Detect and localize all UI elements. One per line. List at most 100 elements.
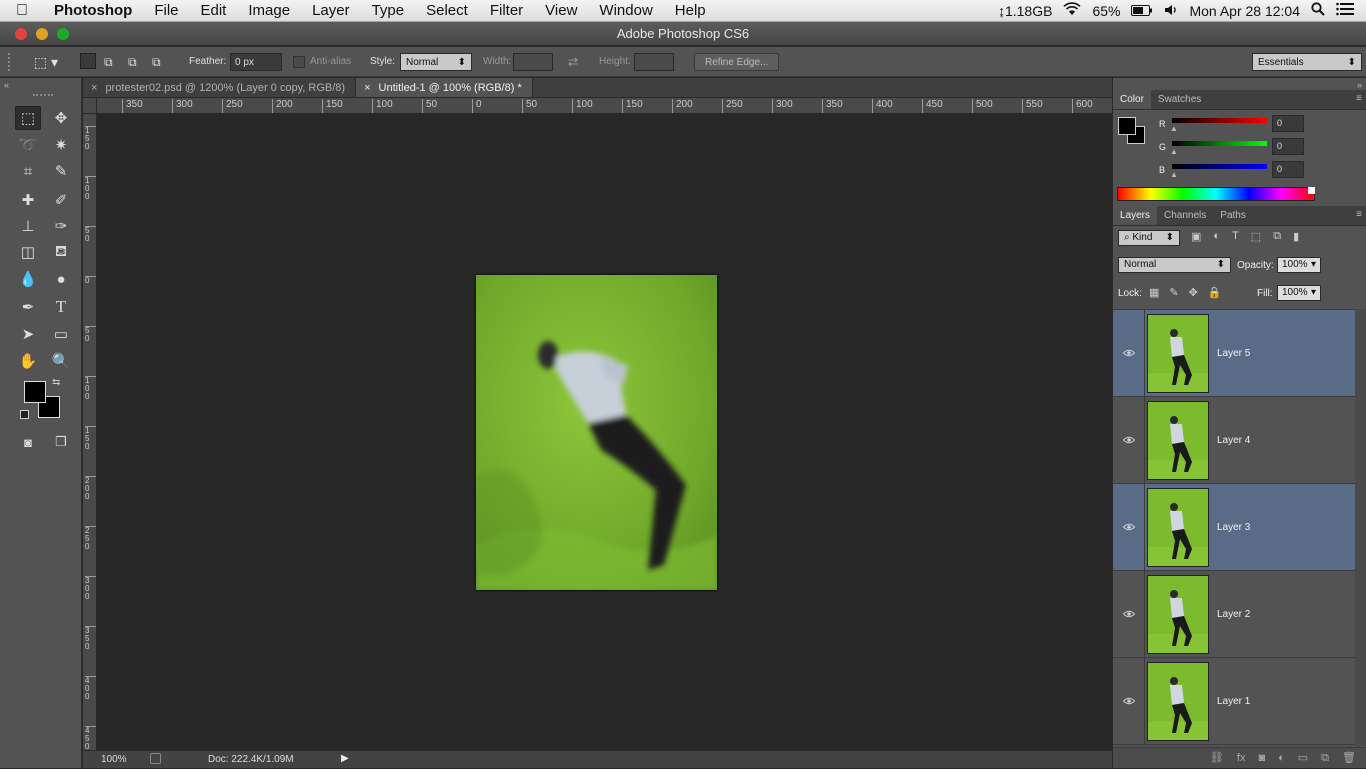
zoom-level[interactable]: 100% [101,754,127,765]
new-group-icon[interactable]: ▭ [1298,748,1308,768]
marquee-preset-icon[interactable]: ⬚ ▾ [28,53,64,71]
layer-thumbnail[interactable] [1147,574,1209,654]
link-layers-icon[interactable]: ⛓ [1210,748,1224,768]
menu-filter[interactable]: Filter [479,0,534,22]
style-select[interactable]: Normal ⬍ [400,53,472,71]
pen-tool-icon[interactable]: ✒ [15,295,41,319]
height-input[interactable] [634,53,674,71]
green-value-input[interactable]: 0 [1272,138,1304,155]
lock-pixels-icon[interactable]: ✎ [1169,286,1178,299]
color-spectrum-bar[interactable] [1117,187,1315,201]
layer-thumbnail[interactable] [1147,661,1209,741]
crop-tool-icon[interactable]: ⌗ [15,159,41,183]
collapse-panels-icon[interactable]: » [1357,80,1362,90]
lock-position-icon[interactable]: ✥ [1189,286,1198,299]
screen-mode-icon[interactable]: ❐ [48,430,74,454]
menu-select[interactable]: Select [415,0,479,22]
healing-brush-tool-icon[interactable]: ✚ [15,188,41,212]
history-brush-tool-icon[interactable]: ✑ [48,214,74,238]
ruler-vertical[interactable]: 1 5 0 1 0 0 5 0 0 5 0 1 0 0 1 5 0 2 0 0 2 5 0 3 0… [83,114,97,750]
red-slider[interactable] [1172,118,1267,123]
zoom-tool-icon[interactable]: 🔍 [48,349,74,373]
doc-tab[interactable]: × protester02.psd @ 1200% (Layer 0 copy, … [83,78,357,97]
wifi-icon[interactable] [1063,2,1081,19]
menu-view[interactable]: View [534,0,588,22]
color-panel-menu-icon[interactable]: ≡ [1352,90,1366,109]
blue-slider-thumb[interactable]: ▲ [1170,170,1178,179]
menu-type[interactable]: Type [361,0,416,22]
menu-file[interactable]: File [143,0,189,22]
new-selection-icon[interactable] [80,53,96,69]
shape-filter-icon[interactable]: ⬚ [1251,230,1261,243]
width-input[interactable] [513,53,553,71]
layer-filter-kind[interactable]: ⌕ Kind ⬍ [1118,230,1180,246]
ruler-origin[interactable] [83,98,97,114]
menu-layer[interactable]: Layer [301,0,361,22]
layers-scrollbar[interactable] [1355,309,1366,746]
volume-icon[interactable] [1164,3,1178,19]
tab-layers[interactable]: Layers [1113,206,1158,225]
blend-mode-select[interactable]: Normal ⬍ [1118,257,1231,273]
eyedropper-tool-icon[interactable]: ✎ [48,159,74,183]
intersect-selection-icon[interactable]: ⧉ [152,53,161,71]
close-window-icon[interactable] [15,28,27,40]
status-menu-arrow-icon[interactable]: ▶ [341,753,349,764]
lock-all-icon[interactable]: 🔒 [1208,286,1222,299]
tools-grip[interactable] [33,94,53,96]
rect-marquee-tool-icon[interactable]: ⬚ [15,106,41,130]
workspace-select[interactable]: Essentials ⬍ [1252,53,1362,71]
menu-image[interactable]: Image [237,0,301,22]
default-colors-icon[interactable] [20,410,29,419]
layer-thumbnail[interactable] [1147,487,1209,567]
swap-dimensions-icon[interactable]: ⇄ [568,53,578,71]
rectangle-tool-icon[interactable]: ▭ [48,322,74,346]
type-tool-icon[interactable]: T [48,295,74,319]
pixel-filter-icon[interactable]: ▣ [1191,230,1201,243]
swap-colors-icon[interactable]: ⇆ [52,377,60,388]
blue-value-input[interactable]: 0 [1272,161,1304,178]
battery-percent[interactable]: 65% [1092,3,1120,19]
hand-tool-icon[interactable]: ✋ [15,349,41,373]
red-slider-thumb[interactable]: ▲ [1170,124,1178,133]
lasso-tool-icon[interactable]: ➰ [15,133,41,157]
delete-layer-icon[interactable]: 🗑 [1342,748,1356,768]
document-image[interactable] [476,275,717,590]
opacity-input[interactable]: 100% ▾ [1277,257,1321,273]
status-info-icon[interactable] [150,753,161,764]
visibility-eye-icon[interactable] [1113,484,1145,570]
menu-window[interactable]: Window [588,0,663,22]
visibility-eye-icon[interactable] [1113,397,1145,483]
network-status[interactable]: ↨1.18GB [998,3,1052,19]
layer-row[interactable]: Layer 4 [1113,397,1355,484]
spotlight-search-icon[interactable] [1311,2,1325,19]
layers-panel-menu-icon[interactable]: ≡ [1352,206,1366,225]
type-filter-icon[interactable]: T [1232,230,1239,243]
clock[interactable]: Mon Apr 28 12:04 [1189,3,1300,19]
collapse-tools-icon[interactable]: « [4,80,9,90]
dodge-tool-icon[interactable]: ● [48,267,74,291]
quick-mask-icon[interactable]: ◙ [15,430,41,454]
fg-color-swatch[interactable] [1118,117,1136,135]
notification-center-icon[interactable] [1336,2,1354,19]
close-tab-icon[interactable]: × [364,78,370,97]
layer-style-icon[interactable]: fx [1237,748,1246,768]
visibility-eye-icon[interactable] [1113,310,1145,396]
layer-row[interactable]: Layer 2 [1113,571,1355,658]
menu-help[interactable]: Help [664,0,717,22]
tab-swatches[interactable]: Swatches [1151,90,1208,109]
blue-slider[interactable] [1172,164,1267,169]
new-layer-icon[interactable]: ⧉ [1321,748,1329,768]
white-swatch[interactable] [1308,187,1315,194]
foreground-color-swatch[interactable] [24,381,46,403]
apple-menu-icon[interactable]:  [0,2,44,20]
magic-wand-tool-icon[interactable]: ✷ [48,133,74,157]
lock-transparency-icon[interactable]: ▦ [1149,286,1159,299]
close-tab-icon[interactable]: × [91,78,97,97]
battery-icon[interactable] [1131,3,1153,19]
menu-edit[interactable]: Edit [190,0,238,22]
antialias-checkbox[interactable] [293,56,305,68]
visibility-eye-icon[interactable] [1113,571,1145,657]
ruler-horizontal[interactable]: 350 300 250 200 150 100 50 0 50 100 150 200 250 300 35… [97,98,1112,114]
doc-size[interactable]: Doc: 222.4K/1.09M [208,754,294,765]
filter-toggle-icon[interactable]: ▮ [1293,230,1299,243]
